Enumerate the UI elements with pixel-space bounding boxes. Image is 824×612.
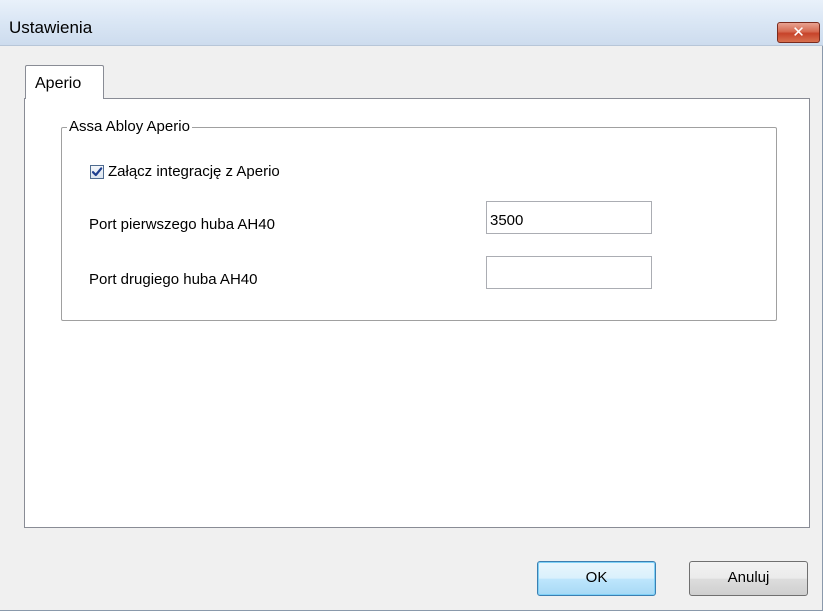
enable-integration-checkbox[interactable] [90, 165, 104, 179]
enable-integration-label[interactable]: Załącz integrację z Aperio [108, 163, 280, 180]
title-bar[interactable]: Ustawienia ✕ [0, 0, 823, 46]
second-hub-port-input[interactable] [486, 256, 652, 289]
groupbox-title: Assa Abloy Aperio [67, 118, 192, 135]
tab-aperio[interactable]: Aperio [25, 65, 104, 99]
window-title: Ustawienia [9, 18, 93, 37]
first-hub-port-label: Port pierwszego huba AH40 [89, 216, 275, 233]
settings-dialog: Ustawienia ✕ Aperio Assa Abloy Aperio Za… [0, 0, 823, 611]
close-button[interactable]: ✕ [777, 22, 820, 43]
checkmark-icon [91, 167, 103, 177]
first-hub-port-input[interactable] [486, 201, 652, 234]
tab-label: Aperio [35, 75, 82, 92]
ok-button[interactable]: OK [537, 561, 656, 596]
second-hub-port-label: Port drugiego huba AH40 [89, 271, 258, 288]
close-icon: ✕ [792, 23, 805, 41]
cancel-button[interactable]: Anuluj [689, 561, 808, 596]
